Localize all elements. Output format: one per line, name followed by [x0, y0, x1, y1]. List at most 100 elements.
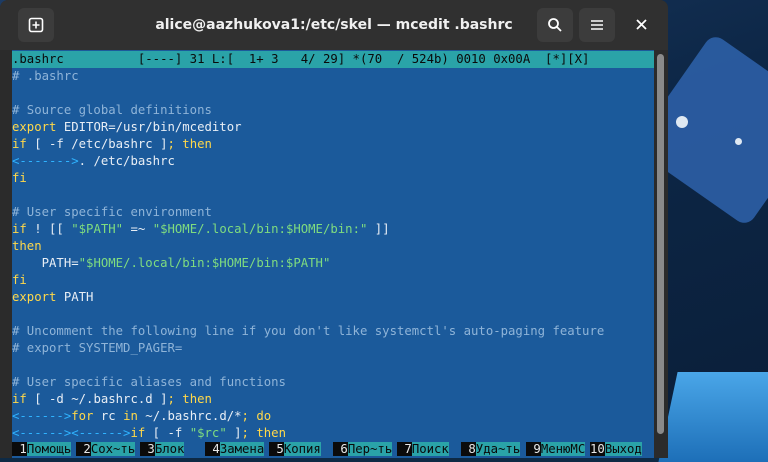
- function-key-5[interactable]: 5Копия: [269, 441, 321, 458]
- function-key-number: 9: [526, 442, 541, 456]
- editor-status-bar: .bashrc [----] 31 L:[ 1+ 3 4/ 29] *(70 /…: [12, 51, 654, 68]
- code-token: ]]: [367, 222, 390, 236]
- wallpaper-dot: [735, 138, 742, 145]
- editor-line: <------->. /etc/bashrc: [12, 153, 654, 170]
- scrollbar-thumb[interactable]: [657, 54, 664, 434]
- code-token: if: [12, 137, 27, 151]
- code-token: then: [12, 239, 42, 253]
- function-key-label: Сох~ть: [90, 442, 136, 456]
- code-token: [ -f: [145, 426, 190, 440]
- editor-line: # User specific environment: [12, 204, 654, 221]
- editor-line: # User specific aliases and functions: [12, 374, 654, 391]
- editor-line: if [ -d ~/.bashrc.d ]; then: [12, 391, 654, 408]
- wallpaper-dot: [676, 116, 688, 128]
- editor-line: PATH="$HOME/.local/bin:$HOME/bin:$PATH": [12, 255, 654, 272]
- code-token: ~/.bashrc.d/*: [137, 409, 242, 423]
- function-key-label: Замена: [219, 442, 265, 456]
- function-key-label: Помощь: [26, 442, 72, 456]
- scrollbar[interactable]: [654, 50, 668, 458]
- code-token: "$rc": [189, 426, 227, 440]
- function-key-number: 7: [397, 442, 412, 456]
- close-button[interactable]: [630, 14, 652, 36]
- code-token: ]: [226, 426, 242, 440]
- editor-area[interactable]: .bashrc [----] 31 L:[ 1+ 3 4/ 29] *(70 /…: [12, 50, 654, 458]
- wallpaper-shape: [658, 372, 768, 462]
- code-token: <------>: [12, 409, 72, 423]
- function-key-number: 10: [590, 442, 605, 456]
- function-key-label: Поиск: [411, 442, 449, 456]
- terminal-window: alice@aazhukova1:/etc/skel — mcedit .bas…: [0, 0, 668, 458]
- code-token: # export SYSTEMD_PAGER=: [12, 341, 183, 355]
- code-token: "$PATH": [71, 222, 124, 236]
- code-token: # Source global definitions: [12, 103, 212, 117]
- function-key-4[interactable]: 4Замена: [205, 441, 265, 458]
- code-token: . /etc/bashrc: [78, 154, 175, 168]
- code-token: # .bashrc: [12, 69, 79, 83]
- code-token: in: [123, 409, 138, 423]
- editor-line: # export SYSTEMD_PAGER=: [12, 340, 654, 357]
- code-token: # User specific aliases and functions: [12, 375, 286, 389]
- function-key-number: 5: [269, 442, 284, 456]
- editor-line: fi: [12, 272, 654, 289]
- function-key-7[interactable]: 7Поиск: [397, 441, 449, 458]
- code-token: ! [[: [26, 222, 72, 236]
- function-key-1[interactable]: 1Помощь: [12, 441, 72, 458]
- function-key-number: 1: [12, 442, 27, 456]
- search-button[interactable]: [537, 8, 573, 42]
- code-token: ; then: [167, 392, 212, 406]
- code-token: EDITOR=/usr/bin/mceditor: [56, 120, 242, 134]
- code-token: export: [12, 120, 57, 134]
- function-key-10[interactable]: 10Выход: [590, 441, 642, 458]
- function-key-number: 6: [333, 442, 348, 456]
- editor-line: if [ -f /etc/bashrc ]; then: [12, 136, 654, 153]
- function-key-6[interactable]: 6Пер~ть: [333, 441, 393, 458]
- function-key-3[interactable]: 3Блок: [140, 441, 185, 458]
- code-token: rc: [93, 409, 124, 423]
- menu-button[interactable]: [579, 8, 615, 42]
- code-token: PATH=: [12, 256, 79, 270]
- code-token: # Uncomment the following line if you do…: [12, 324, 605, 338]
- function-key-label: МенюMC: [540, 442, 586, 456]
- editor-line: fi: [12, 170, 654, 187]
- function-key-8[interactable]: 8Уда~ть: [461, 441, 521, 458]
- editor-line: # Source global definitions: [12, 102, 654, 119]
- function-key-number: 2: [76, 442, 91, 456]
- code-token: <------->: [12, 154, 79, 168]
- code-token: for: [71, 409, 94, 423]
- code-token: ; then: [167, 137, 212, 151]
- function-key-2[interactable]: 2Сох~ть: [76, 441, 136, 458]
- function-key-9[interactable]: 9МенюMC: [526, 441, 586, 458]
- code-token: PATH: [56, 290, 94, 304]
- code-token: export: [12, 290, 57, 304]
- editor-line: export EDITOR=/usr/bin/mceditor: [12, 119, 654, 136]
- function-key-label: Блок: [154, 442, 185, 456]
- code-token: fi: [12, 273, 27, 287]
- function-key-label: Выход: [604, 442, 642, 456]
- code-token: if: [12, 222, 27, 236]
- title-bar: alice@aazhukova1:/etc/skel — mcedit .bas…: [0, 0, 668, 50]
- editor-line: export PATH: [12, 289, 654, 306]
- editor-line: <------>for rc in ~/.bashrc.d/*; do: [12, 408, 654, 425]
- editor-line: then: [12, 238, 654, 255]
- code-token: "$HOME/.local/bin:$HOME/bin:$PATH": [78, 256, 331, 270]
- code-token: ; then: [241, 426, 286, 440]
- function-key-label: Пер~ть: [347, 442, 393, 456]
- editor-line: if ! [[ "$PATH" =~ "$HOME/.local/bin:$HO…: [12, 221, 654, 238]
- code-token: if: [130, 426, 146, 440]
- function-key-bar: 1Помощь 2Сох~ть 3Блок 4Замена 5Копия 6Пе…: [12, 441, 654, 458]
- code-token: <------><------>: [12, 426, 131, 440]
- function-key-label: Уда~ть: [475, 442, 521, 456]
- function-key-label: Копия: [283, 442, 321, 456]
- code-token: ; do: [241, 409, 272, 423]
- editor-line: # Uncomment the following line if you do…: [12, 323, 654, 340]
- code-token: if: [12, 392, 27, 406]
- search-icon: [548, 18, 562, 32]
- editor-line: # .bashrc: [12, 68, 654, 85]
- code-token: [ -f /etc/bashrc ]: [26, 137, 168, 151]
- function-key-number: 3: [140, 442, 155, 456]
- code-token: # User specific environment: [12, 205, 212, 219]
- editor-text[interactable]: # .bashrc # Source global definitions expo…: [12, 68, 654, 442]
